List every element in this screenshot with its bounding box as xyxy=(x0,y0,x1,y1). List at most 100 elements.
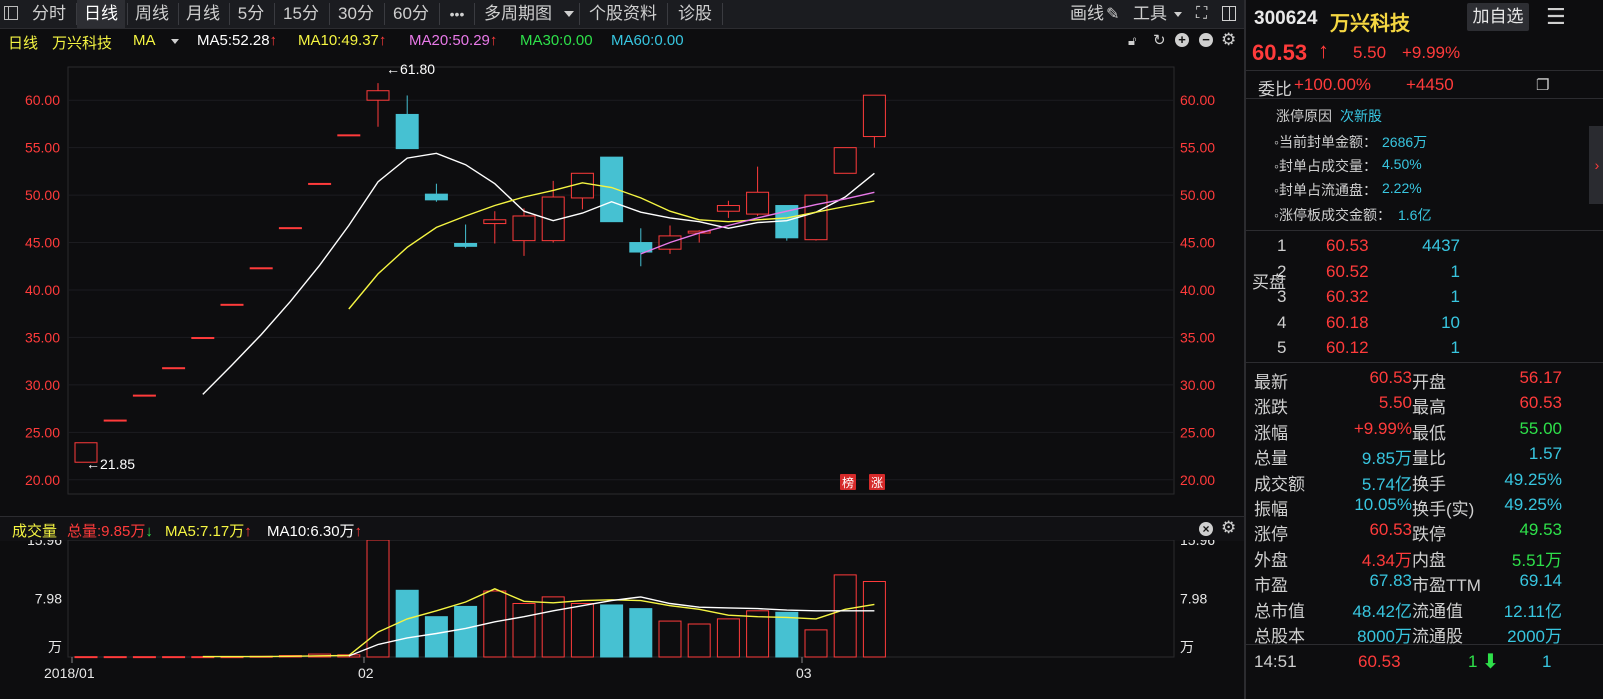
refresh-icon[interactable]: ↻ xyxy=(1153,31,1166,49)
candle xyxy=(337,134,361,137)
stat-value: 60.53 xyxy=(1369,368,1412,387)
tab-5min[interactable]: 5分 xyxy=(230,0,272,28)
chevron-down-icon[interactable] xyxy=(1174,12,1182,17)
ma5-line xyxy=(202,152,875,395)
bid-volume: 1 xyxy=(1450,338,1460,357)
bid-price[interactable]: 60.52 xyxy=(1326,262,1369,282)
y-tick-label-right: 45.00 xyxy=(1180,235,1215,251)
bid-price[interactable]: 60.18 xyxy=(1326,313,1369,333)
volume-bar xyxy=(687,623,711,658)
stat-value: 48.42亿 xyxy=(1352,601,1412,621)
multi-period-button[interactable]: 多周期图 xyxy=(478,0,558,28)
candle-body xyxy=(833,147,857,174)
volume-bar xyxy=(600,604,624,658)
pencil-icon[interactable]: ✎ xyxy=(1106,4,1119,24)
stat-label: 外盘 xyxy=(1254,550,1288,570)
volume-bar xyxy=(424,616,448,658)
bid-price[interactable]: 60.53 xyxy=(1326,236,1369,256)
candle-body xyxy=(600,156,624,223)
sidebar-toggle-icon[interactable] xyxy=(4,6,18,20)
stat-label: 最新 xyxy=(1254,373,1288,392)
candle-body xyxy=(308,182,332,185)
candle xyxy=(132,394,156,397)
candle-body xyxy=(103,419,127,422)
tab-30min[interactable]: 30分 xyxy=(330,0,382,28)
x-tick-label: 02 xyxy=(358,665,374,681)
expand-panel-button[interactable]: › xyxy=(1589,126,1603,204)
unit-label: 万 xyxy=(48,640,62,656)
stat-label: 换手 xyxy=(1412,474,1446,494)
y-tick-label-left: 40.00 xyxy=(25,282,60,298)
volume-total: 总量:9.85万↓ xyxy=(67,523,153,540)
add-watchlist-button[interactable]: 加自选 xyxy=(1467,3,1529,31)
candle xyxy=(862,94,886,148)
layout-split-icon[interactable] xyxy=(1222,6,1236,21)
candle-body xyxy=(862,94,886,138)
tools-button[interactable]: 工具 xyxy=(1130,0,1170,28)
stat-label: 振幅 xyxy=(1254,500,1288,519)
tab-weekly[interactable]: 周线 xyxy=(128,0,176,28)
bid-level: 2 xyxy=(1277,261,1287,281)
arrow-up-icon: ↑ xyxy=(1318,38,1329,63)
stat-label: 量比 xyxy=(1412,449,1446,469)
kline-chart[interactable]: 20.00 20.00 25.00 25.00 30.00 30.00 35.00 35.00… xyxy=(0,53,1244,515)
stat-value: 49.25% xyxy=(1504,495,1562,514)
zoom-in-icon[interactable]: + xyxy=(1175,33,1189,47)
copy-icon[interactable]: ❐ xyxy=(1536,76,1549,94)
arrow-up-icon: ↑ xyxy=(378,32,387,49)
stat-label: 市盈 xyxy=(1254,576,1288,596)
tab-fenshi[interactable]: 分时 xyxy=(24,0,74,28)
y-tick-label-right: 40.00 xyxy=(1180,282,1215,298)
chevron-down-icon[interactable] xyxy=(564,11,574,17)
stat-value: +9.99% xyxy=(1353,418,1412,438)
volume-ma5-line xyxy=(202,588,875,658)
arrow-up-icon: ↑ xyxy=(354,523,363,540)
gear-icon[interactable]: ⚙ xyxy=(1221,30,1236,50)
tab-daily[interactable]: 日线 xyxy=(77,0,125,28)
volume-bar xyxy=(162,656,186,659)
arrow-up-icon: ↑ xyxy=(244,523,252,540)
candle xyxy=(833,147,857,174)
stat-value: 69.14 xyxy=(1519,571,1562,591)
seal-item-label: ◦涨停板成交金额： xyxy=(1274,207,1391,223)
marker-label: 榜 xyxy=(842,475,854,490)
bid-price[interactable]: 60.32 xyxy=(1326,287,1369,307)
fullscreen-icon[interactable]: ⛶ xyxy=(1196,5,1207,23)
y-tick-label-left: 15.96 xyxy=(27,540,62,548)
chevron-down-icon[interactable] xyxy=(171,39,179,44)
seal-item-value: 1.6亿 xyxy=(1398,207,1432,223)
volume-chart[interactable]: 15.96 15.96 7.98 7.98 万 万 2018/01 02 03 xyxy=(0,540,1244,699)
draw-line-button[interactable]: 画线 xyxy=(1068,0,1106,28)
more-periods-button[interactable]: ••• xyxy=(442,0,472,28)
ma-indicator-bar: 日线 万兴科技 MA MA5:52.28↑ MA10:49.37↑ MA20:5… xyxy=(0,29,1244,53)
stat-label: 涨停 xyxy=(1254,525,1288,545)
stock-info-button[interactable]: 个股资料 xyxy=(582,0,664,28)
y-tick-label-left: 60.00 xyxy=(25,92,60,108)
arrow-up-icon: ↑ xyxy=(489,32,498,49)
seal-item-value: 2686万 xyxy=(1382,134,1428,150)
zoom-out-icon[interactable]: − xyxy=(1199,33,1213,47)
seal-item-label: ◦封单占流通盘： xyxy=(1274,182,1377,198)
period-toolbar: 分时 日线 周线 月线 5分 15分 30分 60分 ••• 多周期图 个股资料… xyxy=(0,0,1244,29)
y-tick-label-right: 55.00 xyxy=(1180,140,1215,156)
y-tick-label-left: 55.00 xyxy=(25,140,60,156)
volume-bar xyxy=(804,629,828,658)
volume-ma5: MA5:7.17万↑ xyxy=(165,523,252,540)
plot-frame xyxy=(67,66,1175,495)
volume-bar xyxy=(570,602,594,658)
stat-value: 10.05% xyxy=(1354,495,1412,514)
menu-icon[interactable]: ☰ xyxy=(1546,4,1566,30)
candle xyxy=(629,228,653,267)
gear-icon[interactable]: ⚙ xyxy=(1221,518,1236,538)
ma-selector[interactable]: MA xyxy=(133,32,156,49)
lock-icon[interactable]: 🔓︎ xyxy=(1128,33,1136,49)
volume-bar xyxy=(454,605,478,658)
stat-value: 4.34万 xyxy=(1361,550,1412,570)
diagnose-button[interactable]: 诊股 xyxy=(670,0,720,28)
close-icon[interactable]: × xyxy=(1199,522,1213,536)
limit-reason-value[interactable]: 次新股 xyxy=(1340,106,1382,126)
tab-60min[interactable]: 60分 xyxy=(385,0,437,28)
tab-15min[interactable]: 15分 xyxy=(275,0,327,28)
tab-monthly[interactable]: 月线 xyxy=(179,0,227,28)
bid-price[interactable]: 60.12 xyxy=(1326,338,1369,358)
